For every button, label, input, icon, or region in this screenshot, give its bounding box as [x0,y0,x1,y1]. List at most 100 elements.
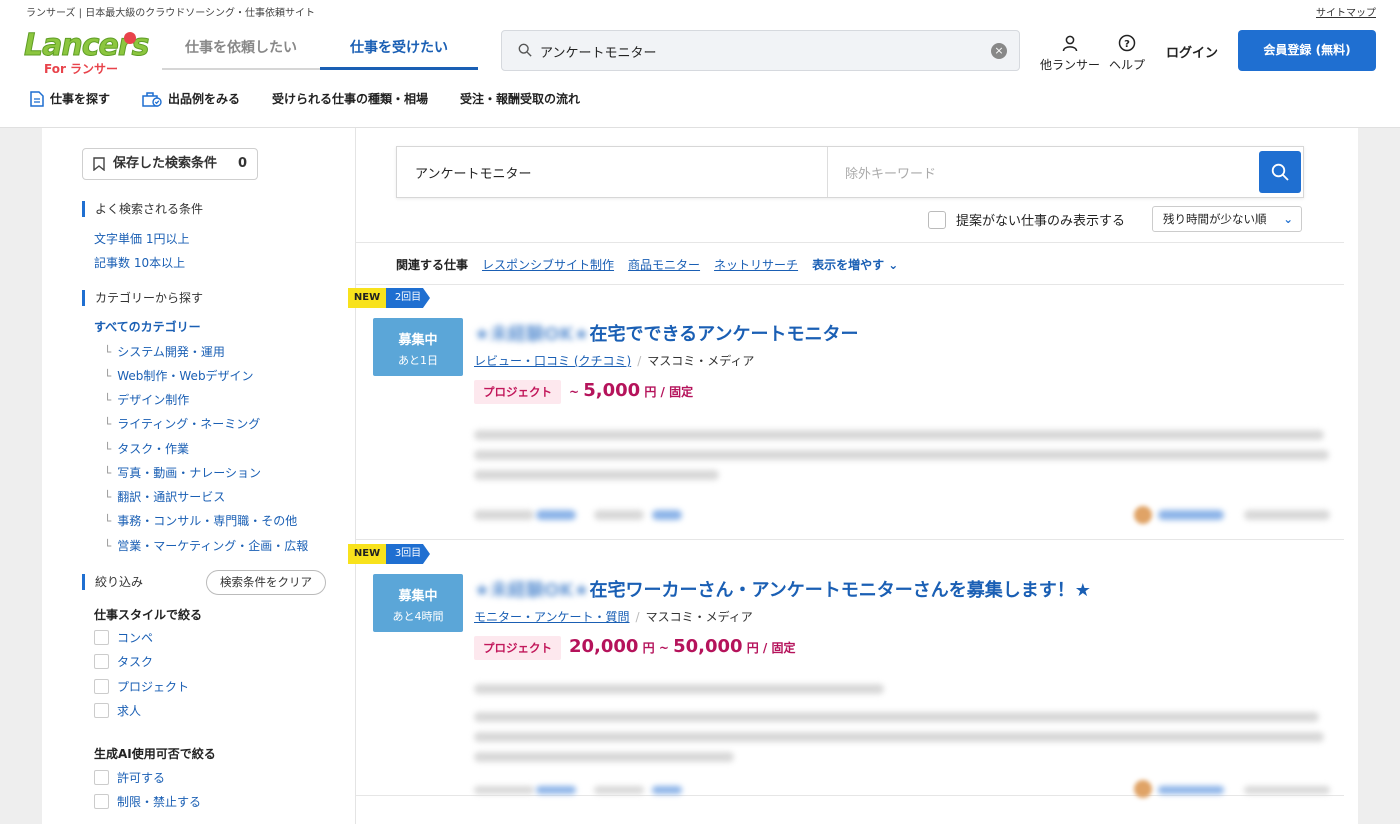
client-name[interactable] [1158,510,1224,520]
category-link[interactable]: └ ライティング・ネーミング [104,415,260,432]
saved-searches-button[interactable]: 保存した検索条件 0 [82,148,258,180]
style-checkbox-compe[interactable]: コンペ [94,629,153,646]
new-badge: NEW [348,544,386,564]
job-price: プロジェクト 20,000 円 ~ 50,000 円 / 固定 [474,636,795,660]
category-link[interactable]: └ 事務・コンサル・専門職・その他 [104,512,297,529]
all-categories-link[interactable]: すべてのカテゴリー [94,318,201,335]
register-button[interactable]: 会員登録 (無料) [1238,30,1376,71]
blurred-description [474,430,1324,440]
round-badge: 3回目 [386,544,430,564]
svg-text:?: ? [1124,39,1130,50]
category-link[interactable]: └ 写真・動画・ナレーション [104,464,261,481]
blurred-meta [474,786,534,794]
subnav-examples[interactable]: 出品例をみる [142,90,240,107]
bag-icon [142,91,162,107]
job-card[interactable]: NEW 2回目 募集中 あと1日 ★未経験OK★在宅でできるアンケートモニター … [348,284,1344,540]
job-title[interactable]: ★未経験OK★在宅でできるアンケートモニター [474,320,858,346]
search-divider [827,147,828,197]
related-link[interactable]: 商品モニター [628,256,700,273]
blurred-meta [594,510,644,520]
related-link[interactable]: ネットリサーチ [714,256,798,273]
ai-checkbox-restrict[interactable]: 制限・禁止する [94,793,201,810]
exclude-keyword-input[interactable]: 除外キーワード [845,163,936,182]
blurred-description [474,752,734,762]
bookmark-icon [93,157,105,171]
tab-freelancer[interactable]: 仕事を受けたい [320,30,478,70]
related-link[interactable]: レスポンシブサイト制作 [482,256,614,273]
style-checkbox-project[interactable]: プロジェクト [94,678,189,695]
category-link[interactable]: └ 翻訳・通訳サービス [104,488,225,505]
tab-client[interactable]: 仕事を依頼したい [162,30,320,68]
job-type-tag: プロジェクト [474,380,561,404]
status-badge: 募集中 あと4時間 [373,574,463,632]
job-category-link[interactable]: レビュー・口コミ (クチコミ) [474,354,631,368]
related-label: 関連する仕事 [396,258,469,272]
checkbox[interactable] [94,630,109,645]
login-link[interactable]: ログイン [1166,42,1218,61]
header-search-input[interactable] [540,39,980,63]
search-icon [1271,163,1289,181]
checkbox[interactable] [928,210,946,229]
help-label: ヘルプ [1109,58,1146,72]
lancers-logo[interactable]: Lancers For ランサー [24,28,150,77]
search-submit-button[interactable] [1259,151,1301,193]
job-card[interactable]: NEW 3回目 募集中 あと4時間 ★未経験OK★在宅ワーカーさん・アンケートモ… [348,540,1344,798]
ai-checkbox-allow[interactable]: 許可する [94,769,165,786]
sub-navigation: 仕事を探す 出品例をみる 受けられる仕事の種類・相場 受注・報酬受取の流れ [30,90,580,107]
keyword-input[interactable]: アンケートモニター [415,163,531,182]
category-link[interactable]: └ Web制作・Webデザイン [104,367,254,384]
price-value: 20,000 円 ~ 50,000 円 / 固定 [569,636,796,657]
popular-condition-link[interactable]: 記事数 10本以上 [94,254,185,271]
status-badge: 募集中 あと1日 [373,318,463,376]
style-checkbox-job[interactable]: 求人 [94,702,141,719]
checkbox[interactable] [94,654,109,669]
checkbox[interactable] [94,794,109,809]
subnav-job-types[interactable]: 受けられる仕事の種類・相場 [272,90,428,107]
category-link[interactable]: └ システム開発・運用 [104,343,225,360]
category-link[interactable]: └ デザイン制作 [104,391,189,408]
saved-count: 0 [237,156,247,171]
other-lancers-button[interactable]: 他ランサー [1040,34,1100,73]
filter-sidebar: 保存した検索条件 0 よく検索される条件 文字単価 1円以上 記事数 10本以上… [42,128,356,824]
blurred-description [474,712,1319,722]
user-icon [1062,35,1078,52]
round-badge: 2回目 [386,288,430,308]
sitemap-link[interactable]: サイトマップ [1316,4,1376,19]
popular-condition-link[interactable]: 文字単価 1円以上 [94,230,189,247]
subnav-find-jobs[interactable]: 仕事を探す [30,90,110,107]
blurred-meta [474,510,534,520]
client-name[interactable] [1158,786,1224,794]
subnav-flow[interactable]: 受注・報酬受取の流れ [460,90,580,107]
search-form: アンケートモニター 除外キーワード [396,146,1304,198]
style-checkbox-task[interactable]: タスク [94,653,153,670]
job-title[interactable]: ★未経験OK★在宅ワーカーさん・アンケートモニターさんを募集します！★ [474,576,1091,602]
no-proposal-filter[interactable]: 提案がない仕事のみ表示する [928,210,1125,229]
main-container: 保存した検索条件 0 よく検索される条件 文字単価 1円以上 記事数 10本以上… [42,128,1358,824]
client-avatar[interactable] [1134,506,1152,524]
chevron-down-icon: ⌄ [888,258,899,272]
clear-conditions-button[interactable]: 検索条件をクリア [206,570,326,595]
show-more-button[interactable]: 表示を増やす ⌄ [812,256,898,273]
sort-select[interactable]: 残り時間が少ない順 ⌄ [1152,206,1302,232]
job-category-link[interactable]: モニター・アンケート・質問 [474,610,630,624]
checkbox[interactable] [94,770,109,785]
blurred-tags [474,684,884,694]
role-tabs: 仕事を依頼したい 仕事を受けたい [162,30,478,70]
filter-title: 絞り込み [82,574,143,590]
checkbox[interactable] [94,703,109,718]
blurred-meta [536,510,576,520]
checkbox[interactable] [94,679,109,694]
category-link[interactable]: └ 営業・マーケティング・企画・広報 [104,537,308,554]
job-price: プロジェクト ~ 5,000 円 / 固定 [474,380,693,404]
clear-search-icon[interactable]: × [991,43,1007,59]
category-link[interactable]: └ タスク・作業 [104,440,189,457]
related-jobs: 関連する仕事 レスポンシブサイト制作 商品モニター ネットリサーチ 表示を増やす… [396,256,898,273]
site-header: ランサーズ | 日本最大級のクラウドソーシング・仕事依頼サイト サイトマップ L… [0,0,1400,128]
other-lancers-label: 他ランサー [1040,58,1101,72]
help-button[interactable]: ? ヘルプ [1109,34,1145,73]
popular-conditions-title: よく検索される条件 [82,201,203,217]
search-results: アンケートモニター 除外キーワード 提案がない仕事のみ表示する 残り時間が少ない… [348,128,1358,824]
client-avatar[interactable] [1134,780,1152,798]
blurred-description [474,732,1324,742]
job-categories: モニター・アンケート・質問 / マスコミ・メディア [474,610,753,624]
